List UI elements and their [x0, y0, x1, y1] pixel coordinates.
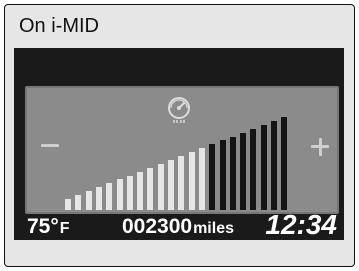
eco-bar-lit [126, 175, 133, 210]
eco-bar-lit [75, 195, 82, 210]
plus-icon-vertical [318, 138, 322, 156]
eco-bar-unlit [271, 120, 277, 210]
eco-bar-unlit [240, 132, 247, 210]
eco-bar-unlit [281, 117, 288, 210]
eco-bar-unlit [209, 144, 216, 210]
eco-gauge-panel [25, 86, 339, 214]
temperature-value: 75° [27, 215, 59, 238]
caption-label: On i-MID [19, 15, 99, 37]
eco-bar-lit [147, 167, 154, 210]
outside-temperature: 75°F [27, 214, 70, 240]
eco-bar-lit [198, 148, 205, 210]
eco-bar-lit [178, 156, 185, 210]
odometer: 002300miles [122, 214, 234, 240]
eco-bar-lit [137, 171, 144, 210]
eco-speedometer-icon [168, 97, 190, 123]
eco-bar-lit [157, 163, 164, 210]
minus-icon [41, 144, 59, 147]
i-mid-illustration-frame: On i-MID 75°F 002300miles 12:34 [4, 4, 355, 267]
status-bar: 75°F 002300miles 12:34 [14, 210, 344, 240]
eco-bar-lit [85, 191, 92, 210]
eco-bar-lit [106, 183, 113, 210]
eco-bar-unlit [260, 124, 267, 210]
eco-bar-lit [116, 179, 123, 210]
eco-bar-unlit [219, 140, 226, 210]
eco-bar-lit [188, 152, 195, 210]
eco-bar-unlit [250, 128, 257, 210]
i-mid-display-screen: 75°F 002300miles 12:34 [14, 48, 344, 240]
eco-bar-unlit [229, 136, 236, 210]
temperature-unit: F [59, 220, 70, 237]
eco-bar-lit [168, 159, 174, 210]
odometer-value: 002300 [122, 215, 193, 238]
eco-bar-lit [95, 187, 102, 210]
clock: 12:34 [265, 209, 337, 240]
eco-bar-lit [65, 199, 71, 210]
odometer-unit: miles [193, 220, 234, 237]
